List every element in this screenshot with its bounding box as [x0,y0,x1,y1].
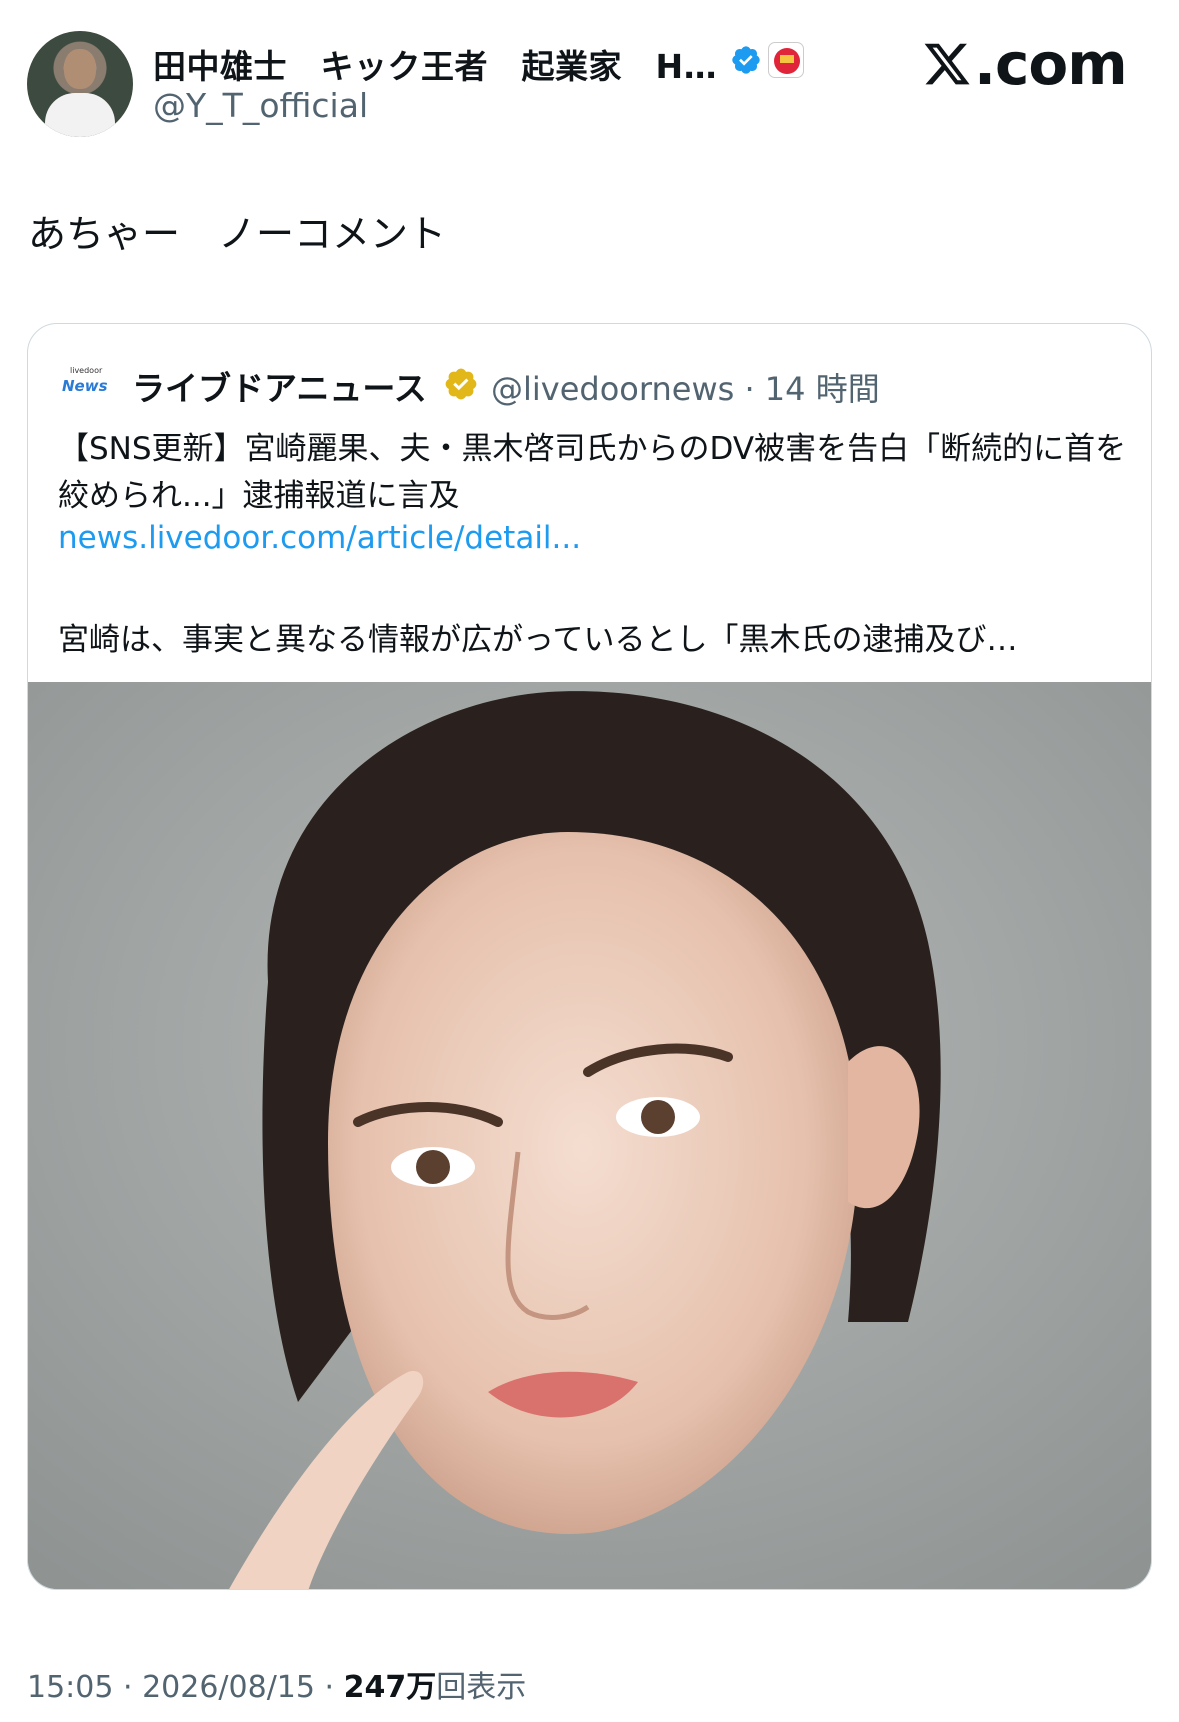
x-logo: .com [922,30,1128,98]
x-logo-icon [924,43,970,85]
quoted-link[interactable]: news.livedoor.com/article/detail... [58,520,581,556]
quoted-time: · 14 時間 [744,370,880,408]
quoted-author-name[interactable]: ライブドアニュース [132,362,427,410]
quoted-body: 【SNS更新】宮崎麗果、夫・黒木啓司氏からのDV被害を告白「断続的に首を絞められ… [58,431,1127,514]
avatar-shirt [45,93,115,137]
avatar-head [64,49,96,89]
quoted-handle[interactable]: @livedoornews [491,370,734,408]
tweet-timestamp[interactable]: 15:05 · 2026/08/15 · [27,1670,344,1705]
author-name[interactable]: 田中雄士 キック王者 起業家 H… [153,40,717,88]
tweet-footer: 15:05 · 2026/08/15 · 247万回表示 [27,1662,526,1706]
logo-big-text: News [62,377,108,395]
author-avatar[interactable] [27,31,133,137]
quoted-handle-time[interactable]: @livedoornews · 14 時間 [491,364,880,410]
view-label: 回表示 [436,1670,527,1705]
view-count: 247万 [343,1670,437,1705]
affiliate-badge-icon[interactable] [768,42,804,78]
logo-small-text: livedoor [70,366,103,375]
tweet-text: あちゃー ノーコメント [28,212,447,256]
x-logo-domain: .com [974,30,1128,98]
verified-badge-icon [732,46,760,74]
quoted-excerpt: 宮崎は、事実と異なる情報が広がっているとし「黒木氏の逮捕及び… [58,622,1018,658]
author-handle[interactable]: @Y_T_official [153,86,368,125]
badge-band [780,55,794,63]
article-photo[interactable] [28,682,1151,1589]
portrait-illustration [28,682,1151,1589]
livedoor-news-logo: livedoor News [62,366,112,398]
quoted-tweet-card[interactable]: livedoor News ライブドアニュース @livedoornews · … [27,323,1152,1590]
verified-gold-badge-icon [445,368,477,400]
